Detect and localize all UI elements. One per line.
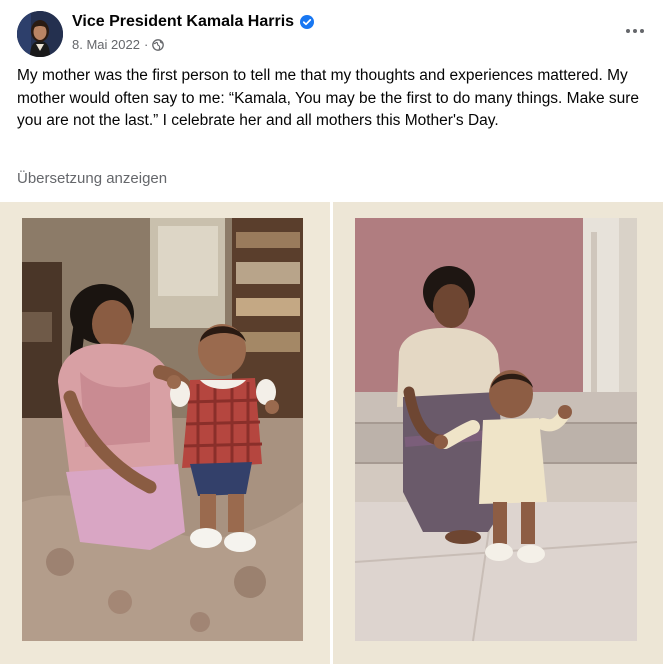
- meta-separator: ·: [143, 37, 149, 52]
- mother-and-baby-outdoor-photo[interactable]: [333, 202, 663, 664]
- author-name[interactable]: Vice President Kamala Harris: [72, 13, 294, 31]
- mother-and-baby-indoor-photo[interactable]: [0, 202, 330, 664]
- verified-badge-icon: [300, 15, 315, 29]
- globe-icon[interactable]: [152, 38, 165, 51]
- author-avatar[interactable]: [17, 11, 63, 57]
- avatar-image: [17, 11, 63, 57]
- facebook-post: Vice President Kamala Harris 8. Mai 2022…: [0, 0, 663, 664]
- more-options-icon[interactable]: [623, 21, 647, 41]
- post-text: My mother was the first person to tell m…: [17, 67, 640, 129]
- post-date[interactable]: 8. Mai 2022: [72, 37, 140, 52]
- author-row: Vice President Kamala Harris: [72, 13, 315, 31]
- photo-grid: [0, 202, 663, 664]
- post-header: Vice President Kamala Harris 8. Mai 2022…: [17, 11, 647, 61]
- see-translation-link[interactable]: Übersetzung anzeigen: [17, 170, 167, 187]
- post-meta: 8. Mai 2022 ·: [72, 37, 165, 52]
